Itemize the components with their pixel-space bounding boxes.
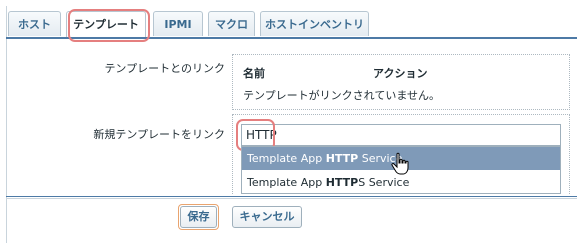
column-header-name: 名前: [243, 67, 265, 80]
save-button[interactable]: 保存: [180, 206, 217, 228]
template-search-input[interactable]: HTTP: [241, 124, 561, 146]
new-template-link-label: 新規テンプレートをリンク: [93, 128, 225, 141]
suggestion-suffix: S Service: [358, 176, 410, 189]
linked-templates-label: テンプレートとのリンク: [104, 62, 225, 75]
tab-host-inventory[interactable]: ホストインベントリ: [260, 11, 369, 36]
column-header-action: アクション: [373, 67, 428, 80]
hand-cursor-icon: [391, 152, 409, 175]
tab-underline: [6, 37, 577, 39]
suggestion-prefix: Template App: [247, 152, 326, 165]
tab-hosts[interactable]: ホスト: [8, 11, 61, 36]
suggestion-match: HTTP: [325, 176, 359, 189]
suggestion-match: HTTP: [325, 152, 359, 165]
section-divider: [6, 196, 577, 197]
suggestion-prefix: Template App: [247, 176, 326, 189]
no-linked-templates-message: テンプレートがリンクされていません。: [243, 89, 441, 102]
cancel-button[interactable]: キャンセル: [232, 206, 302, 228]
section-divider-light: [6, 198, 577, 199]
tab-macros[interactable]: マクロ: [208, 11, 255, 36]
tab-templates[interactable]: テンプレート: [66, 11, 146, 38]
tab-ipmi[interactable]: IPMI: [153, 11, 203, 36]
linked-templates-box: 名前 アクション テンプレートがリンクされていません。: [232, 54, 570, 110]
